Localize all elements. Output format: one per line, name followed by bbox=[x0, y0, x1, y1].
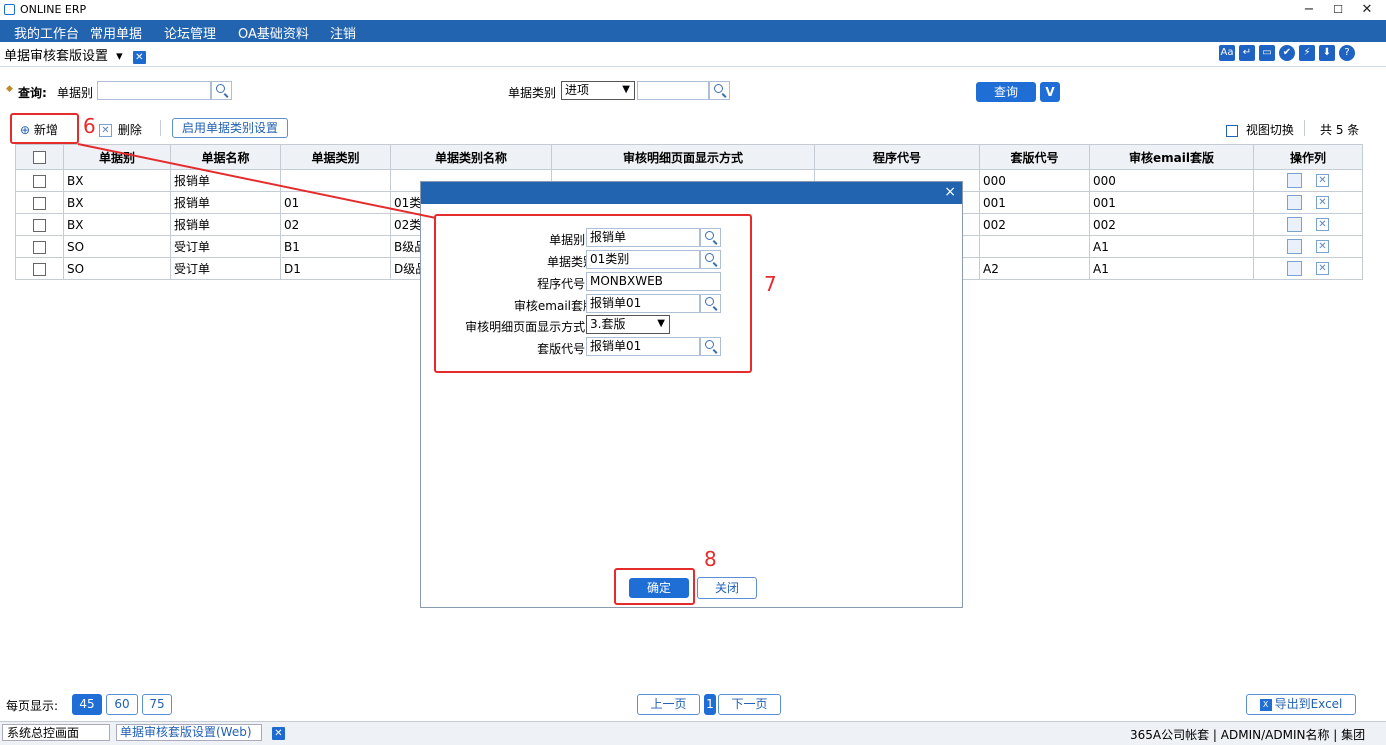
status-tab-control[interactable]: 系统总控画面 bbox=[2, 724, 110, 741]
annotation-number-7: 7 bbox=[764, 272, 777, 296]
status-account-info: 365A公司帐套 | ADMIN/ADMIN名称 | 集团 bbox=[1130, 728, 1366, 742]
annotation-box-form bbox=[434, 214, 752, 373]
prev-page-button[interactable]: 上一页 bbox=[637, 694, 700, 715]
per-page-label: 每页显示: bbox=[6, 699, 59, 713]
excel-icon: X bbox=[1259, 698, 1272, 711]
page-size-45[interactable]: 45 bbox=[72, 694, 102, 715]
annotation-number-8: 8 bbox=[704, 547, 717, 571]
status-tab-template[interactable]: 单据审核套版设置(Web) bbox=[116, 724, 262, 741]
status-tab-close-icon[interactable]: ✕ bbox=[272, 725, 285, 740]
export-label: 导出到Excel bbox=[1274, 697, 1343, 711]
annotation-box-add bbox=[10, 113, 79, 144]
page-size-60[interactable]: 60 bbox=[106, 694, 138, 715]
annotation-number-6: 6 bbox=[83, 114, 96, 138]
current-page[interactable]: 1 bbox=[704, 694, 716, 715]
next-page-button[interactable]: 下一页 bbox=[718, 694, 781, 715]
page-size-75[interactable]: 75 bbox=[142, 694, 172, 715]
annotation-box-confirm bbox=[614, 568, 695, 605]
status-bar: 系统总控画面 单据审核套版设置(Web) ✕ 365A公司帐套 | ADMIN/… bbox=[0, 721, 1386, 745]
export-excel-button[interactable]: X 导出到Excel bbox=[1246, 694, 1356, 715]
annotation-arrow-line bbox=[77, 143, 437, 219]
